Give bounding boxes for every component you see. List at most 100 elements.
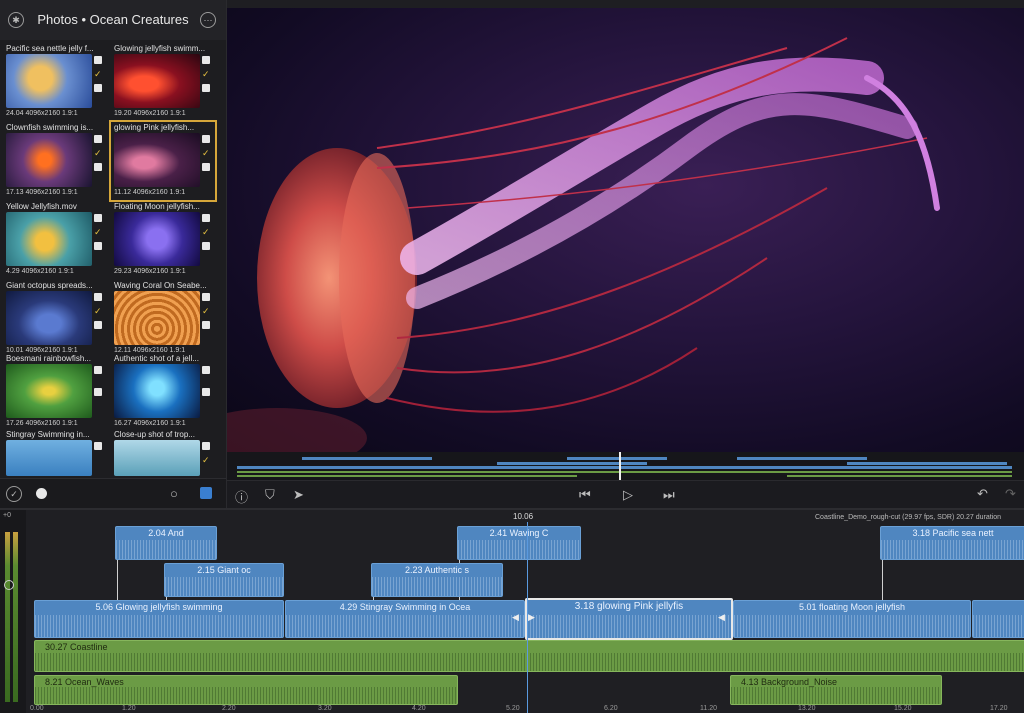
playhead[interactable]	[527, 522, 528, 713]
primary-clip-selected[interactable]: 3.18 glowing Pink jellyfis	[525, 598, 733, 640]
square-icon[interactable]	[202, 214, 210, 222]
skip-back-icon[interactable]: ⏮	[579, 487, 591, 503]
search-icon[interactable]: ○	[170, 486, 178, 501]
jellyfish-image	[227, 37, 940, 452]
mini-timeline[interactable]	[227, 452, 1024, 480]
browser-clip[interactable]: Giant octopus spreads... ✓ 10.01 4096x21…	[2, 279, 108, 359]
clip-name: Boesmani rainbowfish...	[6, 354, 91, 363]
clip-meta: 24.04 4096x2160 1.9:1	[6, 110, 78, 117]
square-icon[interactable]	[202, 442, 210, 450]
clip-thumbnail	[114, 364, 200, 418]
undo-icon[interactable]: ↶	[977, 486, 988, 502]
clip-label: 2.04 And	[148, 528, 184, 538]
filter-icon[interactable]	[200, 487, 212, 499]
timeline[interactable]: +0 10.06 Coastline_Demo_rough-cut (29.97…	[0, 508, 1024, 713]
connected-clip[interactable]: 2.41 Waving C	[457, 526, 581, 560]
check-icon: ✓	[94, 306, 102, 316]
clip-name: Clownfish swimming is...	[6, 123, 94, 132]
square-icon[interactable]	[94, 84, 102, 92]
cursor-icon[interactable]: ➤	[293, 487, 304, 503]
info-icon[interactable]: ⓘ	[235, 487, 248, 506]
browser-clip[interactable]: Clownfish swimming is... ✓ 17.13 4096x21…	[2, 121, 108, 201]
primary-clip[interactable]: 5.06 Glowing jellyfish swimming	[34, 600, 284, 638]
square-icon[interactable]	[202, 293, 210, 301]
check-icon: ✓	[202, 69, 210, 79]
browser-clip[interactable]: Boesmani rainbowfish... 17.26 4096x2160 …	[2, 352, 108, 432]
square-icon[interactable]	[94, 442, 102, 450]
connected-clip[interactable]: 2.15 Giant oc	[164, 563, 284, 597]
square-icon[interactable]	[202, 56, 210, 64]
check-icon: ✓	[202, 148, 210, 158]
browser-clip[interactable]: Floating Moon jellyfish... ✓ 29.23 4096x…	[110, 200, 216, 280]
clip-name: Pacific sea nettle jelly f...	[6, 44, 94, 53]
square-icon[interactable]	[202, 163, 210, 171]
clip-label: 3.18 glowing Pink jellyfis	[574, 601, 684, 612]
media-browser: ✱ Photos • Ocean Creatures ⋯ Pacific sea…	[0, 0, 227, 509]
square-icon[interactable]	[94, 56, 102, 64]
record-dot-icon[interactable]	[36, 488, 47, 499]
play-icon[interactable]: ▷	[623, 487, 633, 503]
browser-clip-selected[interactable]: glowing Pink jellyfish... ✓ 11.12 4096x2…	[109, 120, 217, 202]
square-icon[interactable]	[202, 366, 210, 374]
clip-thumbnail	[6, 364, 92, 418]
check-icon: ✓	[94, 148, 102, 158]
clip-name: Stingray Swimming in...	[6, 430, 90, 439]
square-icon[interactable]	[94, 293, 102, 301]
clip-name: Floating Moon jellyfish...	[114, 202, 200, 211]
clip-label: 2.41 Waving C	[489, 528, 549, 538]
square-icon[interactable]	[94, 321, 102, 329]
clip-label: 3.18 Pacific sea nett	[912, 528, 994, 538]
square-icon[interactable]	[202, 84, 210, 92]
more-icon[interactable]: ⋯	[200, 12, 216, 28]
trim-right-icon[interactable]: ▶	[528, 612, 535, 623]
skip-forward-icon[interactable]: ⏭	[663, 487, 675, 503]
clip-meta: 17.26 4096x2160 1.9:1	[6, 420, 78, 427]
clip-label: 4.29 Stingray Swimming in Ocea	[339, 602, 471, 612]
browser-clip[interactable]: Yellow Jellyfish.mov ✓ 4.29 4096x2160 1.…	[2, 200, 108, 280]
clip-meta: 19.20 4096x2160 1.9:1	[114, 110, 186, 117]
square-icon[interactable]	[202, 135, 210, 143]
clip-name: glowing Pink jellyfish...	[114, 123, 195, 132]
square-icon[interactable]	[94, 388, 102, 396]
video-viewer[interactable]	[227, 8, 1024, 452]
audio-clip[interactable]: 8.21 Ocean_Waves	[34, 675, 458, 705]
settings-icon[interactable]: ✱	[8, 12, 24, 28]
square-icon[interactable]	[94, 163, 102, 171]
meter-knob-icon[interactable]	[4, 580, 14, 590]
browser-clip[interactable]: Pacific sea nettle jelly f... ✓ 24.04 40…	[2, 42, 108, 122]
mini-playhead[interactable]	[619, 452, 621, 480]
browser-clip[interactable]: Stingray Swimming in...	[2, 428, 108, 478]
square-icon[interactable]	[94, 242, 102, 250]
browser-clip[interactable]: Close-up shot of trop... ✓	[110, 428, 216, 478]
checkmark-circle-icon[interactable]: ✓	[6, 486, 22, 502]
browser-clip[interactable]: Waving Coral On Seabe... ✓ 12.11 4096x21…	[110, 279, 216, 359]
clip-name: Close-up shot of trop...	[114, 430, 195, 439]
browser-title[interactable]: Photos • Ocean Creatures	[30, 12, 196, 27]
audio-clip[interactable]: 4.13 Background_Noise	[730, 675, 942, 705]
primary-clip[interactable]: 4.29 Stingray Swimming in Ocea	[285, 600, 525, 638]
clip-label: 30.27 Coastline	[45, 642, 108, 652]
clip-thumbnail	[6, 54, 92, 108]
audio-clip[interactable]: 30.27 Coastline	[34, 640, 1024, 672]
browser-clip[interactable]: Authentic shot of a jell... 16.27 4096x2…	[110, 352, 216, 432]
redo-icon[interactable]: ↷	[1005, 486, 1016, 502]
clip-meta: 11.12 4096x2160 1.9:1	[114, 189, 186, 196]
trim-left-icon[interactable]: ◀	[512, 612, 519, 623]
browser-clip[interactable]: Glowing jellyfish swimm... ✓ 19.20 4096x…	[110, 42, 216, 122]
primary-clip[interactable]	[972, 600, 1024, 638]
check-icon: ✓	[94, 69, 102, 79]
connected-clip[interactable]: 3.18 Pacific sea nett	[880, 526, 1024, 560]
square-icon[interactable]	[202, 242, 210, 250]
square-icon[interactable]	[202, 388, 210, 396]
shield-icon[interactable]: ⛉	[265, 487, 275, 503]
trim-left-icon[interactable]: ◀	[718, 612, 725, 623]
square-icon[interactable]	[94, 366, 102, 374]
square-icon[interactable]	[94, 135, 102, 143]
check-icon: ✓	[202, 306, 210, 316]
connected-clip[interactable]: 2.04 And	[115, 526, 217, 560]
clip-label: 5.01 floating Moon jellyfish	[798, 602, 906, 612]
connected-clip[interactable]: 2.23 Authentic s	[371, 563, 503, 597]
square-icon[interactable]	[94, 214, 102, 222]
primary-clip[interactable]: 5.01 floating Moon jellyfish	[733, 600, 971, 638]
square-icon[interactable]	[202, 321, 210, 329]
